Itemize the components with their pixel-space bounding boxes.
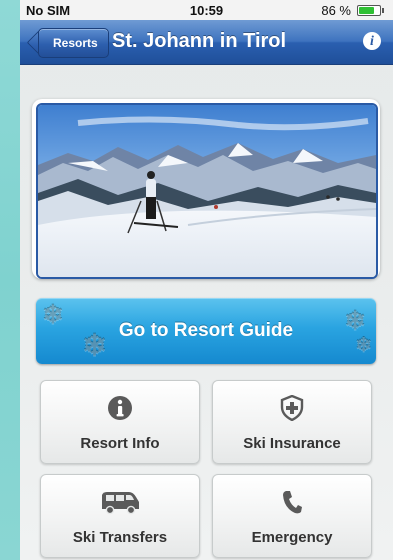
tile-label: Emergency (251, 529, 333, 546)
tile-label: Ski Insurance (243, 435, 341, 452)
tile-resort-info[interactable]: Resort Info (40, 380, 200, 464)
resort-photo-frame (32, 99, 380, 279)
tile-emergency[interactable]: Emergency (212, 474, 372, 558)
phone-icon (213, 489, 371, 520)
snowflake-icon: ❄ (355, 335, 372, 357)
resort-guide-label: Go to Resort Guide (118, 320, 294, 341)
tile-label: Ski Transfers (72, 529, 168, 546)
snowflake-icon: ❄ (82, 330, 108, 363)
van-icon (41, 489, 199, 520)
resort-photo (36, 103, 378, 279)
battery-icon (357, 5, 384, 16)
shield-plus-icon (213, 394, 371, 426)
battery-percent: 86 % (321, 3, 351, 18)
status-bar: No SIM 10:59 86 % (20, 0, 393, 20)
tile-label: Resort Info (80, 435, 160, 452)
tile-ski-transfers[interactable]: Ski Transfers (40, 474, 200, 558)
page-title: St. Johann in Tirol (112, 30, 287, 52)
navigation-bar: Resorts St. Johann in Tirol i (20, 20, 393, 65)
snowflake-icon: ❄ (42, 300, 64, 330)
resort-guide-button[interactable]: ❄ ❄ ❄ ❄ Go to Resort Guide (36, 298, 376, 364)
tile-ski-insurance[interactable]: Ski Insurance (212, 380, 372, 464)
back-button[interactable]: Resorts (38, 28, 109, 58)
info-icon (41, 395, 199, 426)
app-screen: No SIM 10:59 86 % Resorts St. Johann in … (20, 0, 393, 560)
snowflake-icon: ❄ (344, 306, 366, 336)
info-button[interactable]: i (363, 32, 381, 50)
ski-slope-image (38, 105, 376, 277)
